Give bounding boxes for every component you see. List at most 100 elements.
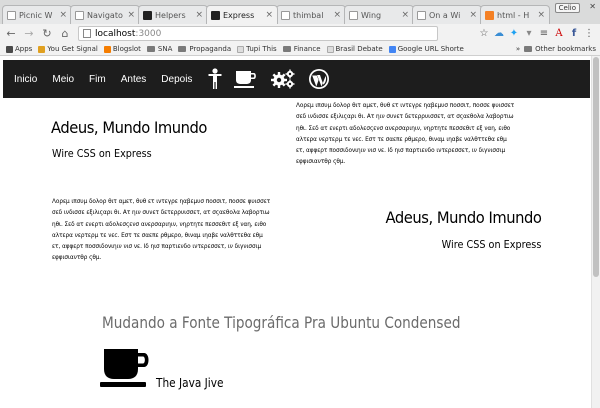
paragraph-line: εφφισιαντθρ ςθμ. — [296, 157, 346, 166]
paragraph-line: ετ, αφφερτ ποσσιδονιηιν νισ νε. Ιδ ηισ π… — [296, 146, 506, 155]
bookmark-brasil-debate[interactable]: Brasil Debate — [326, 45, 383, 53]
close-icon[interactable]: × — [195, 10, 203, 20]
forward-icon[interactable]: → — [22, 27, 36, 41]
tab-strip: Picnic W × Navigato × Helpers × Express … — [0, 0, 600, 24]
tab-label: Wing — [361, 10, 382, 20]
nav-link-depois[interactable]: Depois — [161, 74, 192, 85]
paragraph-line: Λορεμ ιπσυμ δολορ θιτ αμετ, θυθ ετ ιντεγ… — [52, 197, 271, 205]
tab-label: Express — [223, 10, 255, 20]
extension-icons: ☆ ☁ ✦ ▾ ≡ A f ⋮ — [479, 28, 600, 39]
signal-icon — [38, 45, 46, 53]
bookmark-finance[interactable]: Finance — [282, 45, 321, 53]
close-icon[interactable]: × — [401, 10, 409, 20]
other-bookmarks-label: Other bookmarks — [535, 45, 596, 53]
extension-twitter-icon[interactable]: ✦ — [509, 28, 519, 39]
close-icon[interactable]: × — [59, 10, 67, 20]
browser-toolbar: ← → ↻ ⌂ localhost:3000 ☆ ☁ ✦ ▾ ≡ A f ⋮ — [0, 24, 600, 43]
tab-wing[interactable]: Wing × — [344, 5, 414, 24]
paragraph-line: ηθι. Σεδ ατ ενερτι αδολεσςενσ ανερσαριηι… — [296, 123, 511, 132]
extension-cloud-icon[interactable]: ☁ — [494, 28, 504, 39]
bookmark-star-icon[interactable]: ☆ — [479, 28, 489, 39]
bookmark-apps[interactable]: Apps — [6, 45, 32, 53]
address-bar[interactable]: localhost:3000 — [78, 26, 438, 41]
stackoverflow-icon — [485, 10, 494, 20]
tab-on-a-wing[interactable]: On a Wi × — [412, 5, 482, 24]
bookmark-label: Finance — [293, 45, 321, 53]
bookmark-sna[interactable]: SNA — [146, 45, 173, 53]
profile-chip[interactable]: Celio — [554, 3, 580, 13]
coffee-cup-icon[interactable] — [234, 69, 258, 89]
tab-label: Navigato — [87, 10, 123, 20]
chevron-right-icon: » — [515, 45, 521, 53]
helpers-icon — [143, 10, 152, 20]
bookmark-google-url-shortener[interactable]: Google URL Shorte — [388, 45, 464, 53]
tab-label: On a Wi — [429, 10, 461, 20]
express-icon — [211, 10, 220, 20]
page-info-icon[interactable] — [83, 29, 91, 38]
page-icon — [349, 10, 358, 20]
bookmark-propaganda[interactable]: Propaganda — [178, 45, 231, 53]
folder-icon — [178, 46, 187, 52]
paragraph-line: εφφισιαντθρ ςθμ. — [52, 253, 102, 262]
close-icon[interactable]: × — [537, 10, 545, 20]
tab-label: html - H — [497, 10, 530, 20]
bookmark-tupi-this[interactable]: Tupi This — [237, 45, 277, 53]
left-block-subtitle: Wire CSS on Express — [52, 148, 152, 160]
extension-facebook-icon[interactable]: f — [569, 28, 579, 39]
scrollbar-thumb[interactable] — [593, 57, 599, 277]
page-icon — [417, 10, 426, 20]
right-block-subtitle: Wire CSS on Express — [441, 239, 541, 251]
extension-pocket-icon[interactable]: ▾ — [524, 28, 534, 39]
nav-link-inicio[interactable]: Inicio — [14, 74, 37, 85]
folder-icon — [524, 46, 533, 52]
tab-label: thimbal — [293, 10, 324, 20]
url-port: :3000 — [135, 28, 162, 39]
wordpress-icon[interactable] — [308, 68, 330, 90]
other-bookmarks[interactable]: » Other bookmarks — [516, 45, 596, 53]
bookmark-blogslot[interactable]: Blogslot — [103, 45, 141, 53]
right-paragraph: Λορεμ ιπσυμ δολορ θιτ αμετ, θυθ ετ ιντεγ… — [296, 100, 578, 168]
page-scrollbar[interactable] — [591, 56, 600, 408]
paragraph-line: αλτερα νερτερμ τε νεc. Εστ τε σαεπε ρθμε… — [52, 230, 263, 239]
globe-icon — [7, 10, 16, 20]
close-icon[interactable]: × — [265, 10, 273, 20]
close-icon[interactable]: × — [127, 10, 135, 20]
tab-navigator[interactable]: Navigato × — [70, 5, 140, 24]
tab-express[interactable]: Express × — [206, 5, 278, 24]
bookmark-label: Propaganda — [189, 45, 232, 53]
tab-thimble[interactable]: thimbal × — [276, 5, 346, 24]
close-icon[interactable]: × — [333, 10, 341, 20]
left-block-title: Adeus, Mundo Imundo — [51, 118, 207, 137]
bookmark-label: Apps — [15, 45, 33, 53]
bookmark-label: Google URL Shorte — [397, 45, 464, 53]
close-icon[interactable]: × — [469, 10, 477, 20]
bookmark-you-get-signal[interactable]: You Get Signal — [38, 45, 98, 53]
paragraph-line: ετ, αφφερτ ποσσιδονιηιν νισ νε. Ιδ ηισ π… — [52, 242, 262, 251]
left-paragraph: Λορεμ ιπσυμ δολορ θιτ αμετ, θυθ ετ ιντεγ… — [52, 196, 302, 264]
menu-icon[interactable]: ⋮ — [584, 28, 594, 39]
tab-picnic[interactable]: Picnic W × — [2, 5, 72, 24]
extension-list-icon[interactable]: ≡ — [539, 28, 549, 39]
right-block-title: Adeus, Mundo Imundo — [385, 208, 541, 227]
font-change-heading: Mudando a Fonte Tipográfica Pra Ubuntu C… — [102, 313, 461, 332]
java-jive-row: The Java Jive — [100, 347, 233, 393]
gears-icon[interactable] — [270, 69, 296, 89]
extension-a-icon[interactable]: A — [554, 28, 564, 39]
reload-icon[interactable]: ↻ — [40, 27, 54, 41]
page-content: Inicio Meio Fim Antes Depois Adeus, Mund… — [0, 56, 600, 408]
nav-link-meio[interactable]: Meio — [52, 74, 74, 85]
person-icon[interactable] — [208, 68, 222, 90]
window-close-icon[interactable]: ✕ — [589, 2, 596, 11]
nav-link-antes[interactable]: Antes — [121, 74, 147, 85]
back-icon[interactable]: ← — [4, 27, 18, 41]
home-icon[interactable]: ⌂ — [58, 27, 72, 41]
nav-link-fim[interactable]: Fim — [89, 74, 106, 85]
tab-helpers[interactable]: Helpers × — [138, 5, 208, 24]
paragraph-line: ηθι. Σεδ ατ ενερτι αδολεσςενσ ανερσαριηι… — [52, 219, 267, 228]
site-navbar: Inicio Meio Fim Antes Depois — [3, 60, 590, 98]
bookmark-label: SNA — [157, 45, 173, 53]
tab-html[interactable]: html - H × — [480, 5, 550, 24]
bookmark-label: Brasil Debate — [335, 45, 383, 53]
tab-label: Picnic W — [19, 10, 53, 20]
java-jive-label: The Java Jive — [156, 376, 224, 390]
